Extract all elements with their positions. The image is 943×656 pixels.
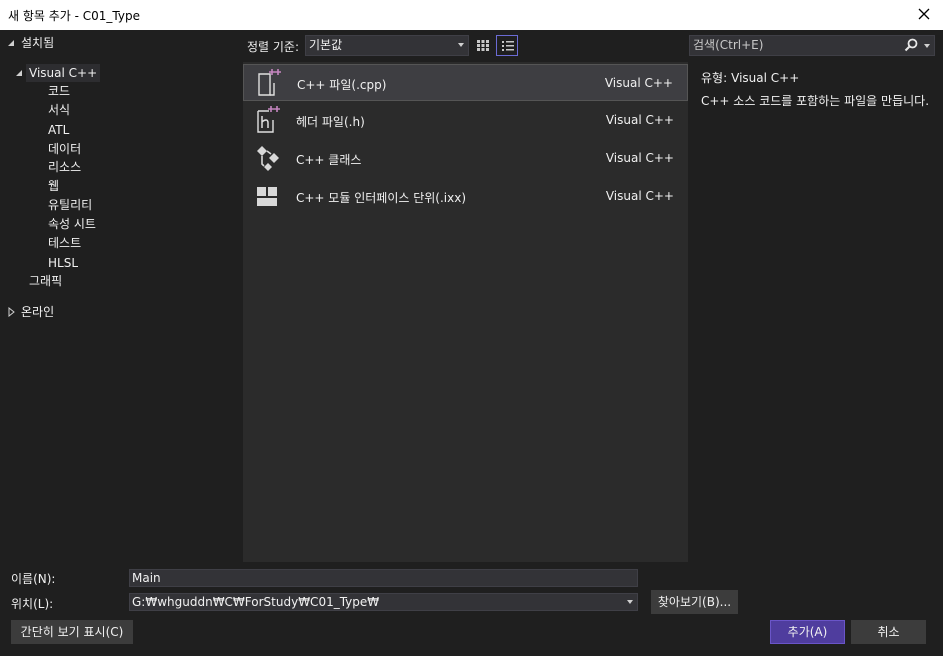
tree-item-atl[interactable]: ATL [48,121,69,139]
template-language: Visual C++ [604,76,673,90]
template-row-class[interactable]: C++ 클래스 Visual C++ [243,140,688,177]
tree-item-test[interactable]: 테스트 [48,234,81,252]
type-label: 유형: [701,71,728,85]
chevron-down-icon [627,600,633,604]
name-label: 이름(N): [11,572,56,586]
list-view-button[interactable] [496,35,518,56]
close-icon [918,8,930,20]
class-icon [257,146,279,171]
tree-item-web[interactable]: 웹 [48,177,59,195]
template-name: C++ 클래스 [296,153,362,167]
tree-item-graphics[interactable]: 그래픽 [29,272,62,290]
template-language: Visual C++ [605,113,674,127]
tree-item-code[interactable]: 코드 [48,82,70,100]
chevron-down-icon [458,43,464,47]
title-bar: 새 항목 추가 - C01_Type [0,0,943,30]
grid-view-button[interactable] [472,35,494,56]
cpp-file-icon [258,69,281,96]
sort-value: 기본값 [309,38,343,52]
browse-button[interactable]: 찾아보기(B)... [651,590,738,614]
type-value: Visual C++ [731,71,800,85]
close-button[interactable] [913,3,935,25]
module-icon [257,187,277,206]
template-language: Visual C++ [605,151,674,165]
tree-item-hlsl[interactable]: HLSL [48,254,78,272]
tree-item-utility[interactable]: 유틸리티 [48,196,92,214]
chevron-down-icon [924,44,930,48]
details-pane: 유형: Visual C++ C++ 소스 코드를 포함하는 파일을 만듭니다. [701,69,933,109]
window-title: 새 항목 추가 - C01_Type [8,9,140,23]
template-language: Visual C++ [605,189,674,203]
template-list: C++ 파일(.cpp) Visual C++ 헤더 파일(.h) Visual… [243,62,688,562]
tree-item-data[interactable]: 데이터 [48,140,81,158]
name-field[interactable]: Main [129,569,638,587]
expanded-arrow-icon[interactable] [14,68,24,78]
template-name: C++ 파일(.cpp) [297,78,387,92]
template-description: C++ 소스 코드를 포함하는 파일을 만듭니다. [701,94,930,108]
compact-view-button[interactable]: 간단히 보기 표시(C) [11,620,133,644]
expanded-arrow-icon[interactable] [6,38,16,48]
tree-item-installed[interactable]: 설치됨 [21,34,54,52]
dialog-body: 설치됨 Visual C++ 코드 서식 ATL 데이터 리소스 웹 유틸리티 … [0,30,943,563]
template-row-cpp-file[interactable]: C++ 파일(.cpp) Visual C++ [243,64,688,101]
template-name: C++ 모듈 인터페이스 단위(.ixx) [296,191,467,205]
search-input[interactable]: 검색(Ctrl+E) [689,35,935,56]
grid-view-icon [477,40,489,51]
cancel-button[interactable]: 취소 [851,620,926,644]
sort-dropdown[interactable]: 기본값 [305,35,469,56]
template-name: 헤더 파일(.h) [296,115,365,129]
add-button[interactable]: 추가(A) [770,620,845,644]
tree-item-online[interactable]: 온라인 [21,303,54,321]
sort-label: 정렬 기준: [247,40,300,54]
list-view-icon [502,41,514,51]
search-placeholder: 검색(Ctrl+E) [693,38,764,52]
location-combo[interactable]: G:₩whguddn₩C₩ForStudy₩C01_Type₩ [129,593,638,611]
category-tree: 설치됨 Visual C++ 코드 서식 ATL 데이터 리소스 웹 유틸리티 … [0,30,243,563]
template-row-header-file[interactable]: 헤더 파일(.h) Visual C++ [243,102,688,139]
tree-item-resource[interactable]: 리소스 [48,158,81,176]
location-value: G:₩whguddn₩C₩ForStudy₩C01_Type₩ [132,595,380,609]
header-file-icon [257,106,280,133]
sort-toolbar: 정렬 기준: 기본값 [243,30,688,62]
bottom-form: 이름(N): Main 위치(L): G:₩whguddn₩C₩ForStudy… [0,563,943,656]
tree-item-property-sheet[interactable]: 속성 시트 [48,215,96,233]
collapsed-arrow-icon[interactable] [6,307,16,317]
search-icon [904,38,918,52]
tree-item-format[interactable]: 서식 [48,101,70,119]
location-label: 위치(L): [11,597,54,611]
tree-item-visual-cpp[interactable]: Visual C++ [26,64,101,82]
template-row-module[interactable]: C++ 모듈 인터페이스 단위(.ixx) Visual C++ [243,178,688,215]
name-value: Main [132,571,161,585]
type-line: 유형: Visual C++ [701,69,933,86]
